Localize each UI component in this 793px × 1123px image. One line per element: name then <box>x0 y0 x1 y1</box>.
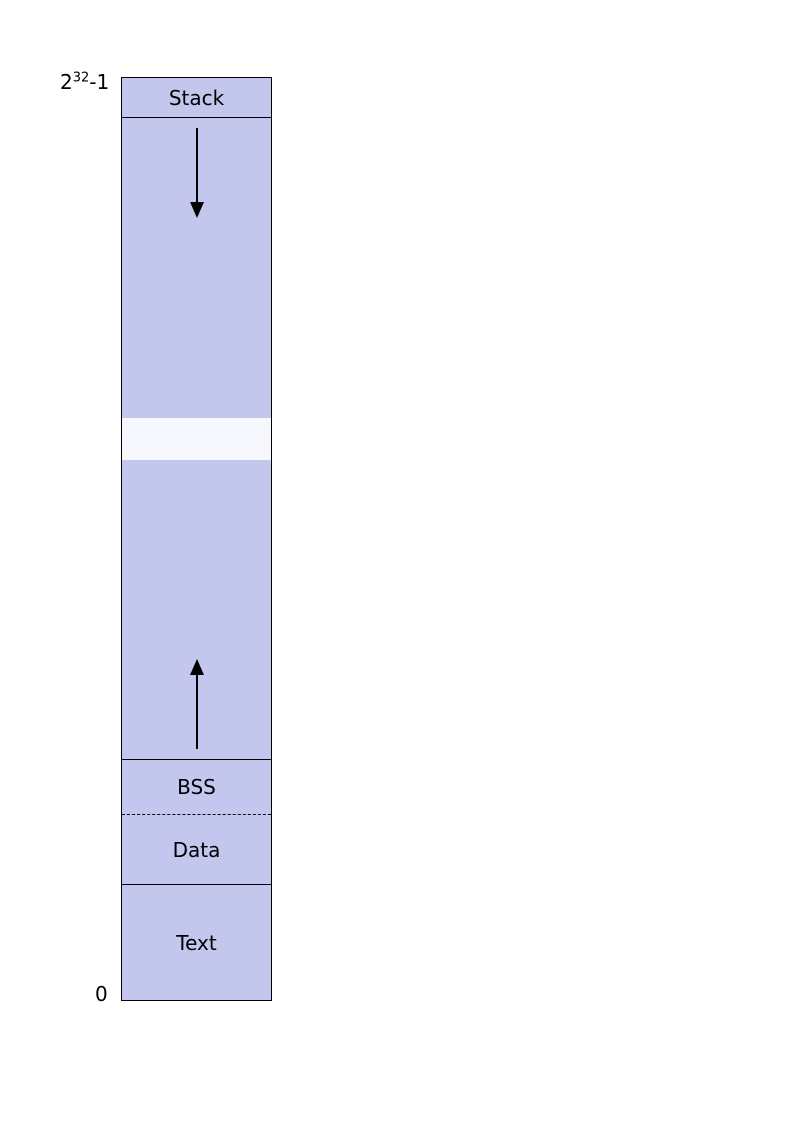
segment-bss-label: BSS <box>177 775 216 799</box>
memory-layout-diagram: 232-1 0 Stack BSS Data <box>0 0 793 1123</box>
stack-growth-area <box>122 118 271 418</box>
segment-text-label: Text <box>176 931 216 955</box>
arrow-up-icon <box>187 659 207 749</box>
heap-growth-area <box>122 460 271 760</box>
segment-data-label: Data <box>173 838 221 862</box>
segment-stack-label: Stack <box>169 86 224 110</box>
axis-top-label: 232-1 <box>60 70 109 94</box>
axis-bottom-label: 0 <box>95 982 108 1006</box>
address-space-column: Stack BSS Data Text <box>121 77 272 1001</box>
segment-bss: BSS <box>122 760 271 815</box>
segment-text: Text <box>122 885 271 1000</box>
arrow-down-icon <box>187 128 207 218</box>
segment-data: Data <box>122 815 271 885</box>
segment-stack: Stack <box>122 78 271 118</box>
address-gap <box>122 418 271 460</box>
